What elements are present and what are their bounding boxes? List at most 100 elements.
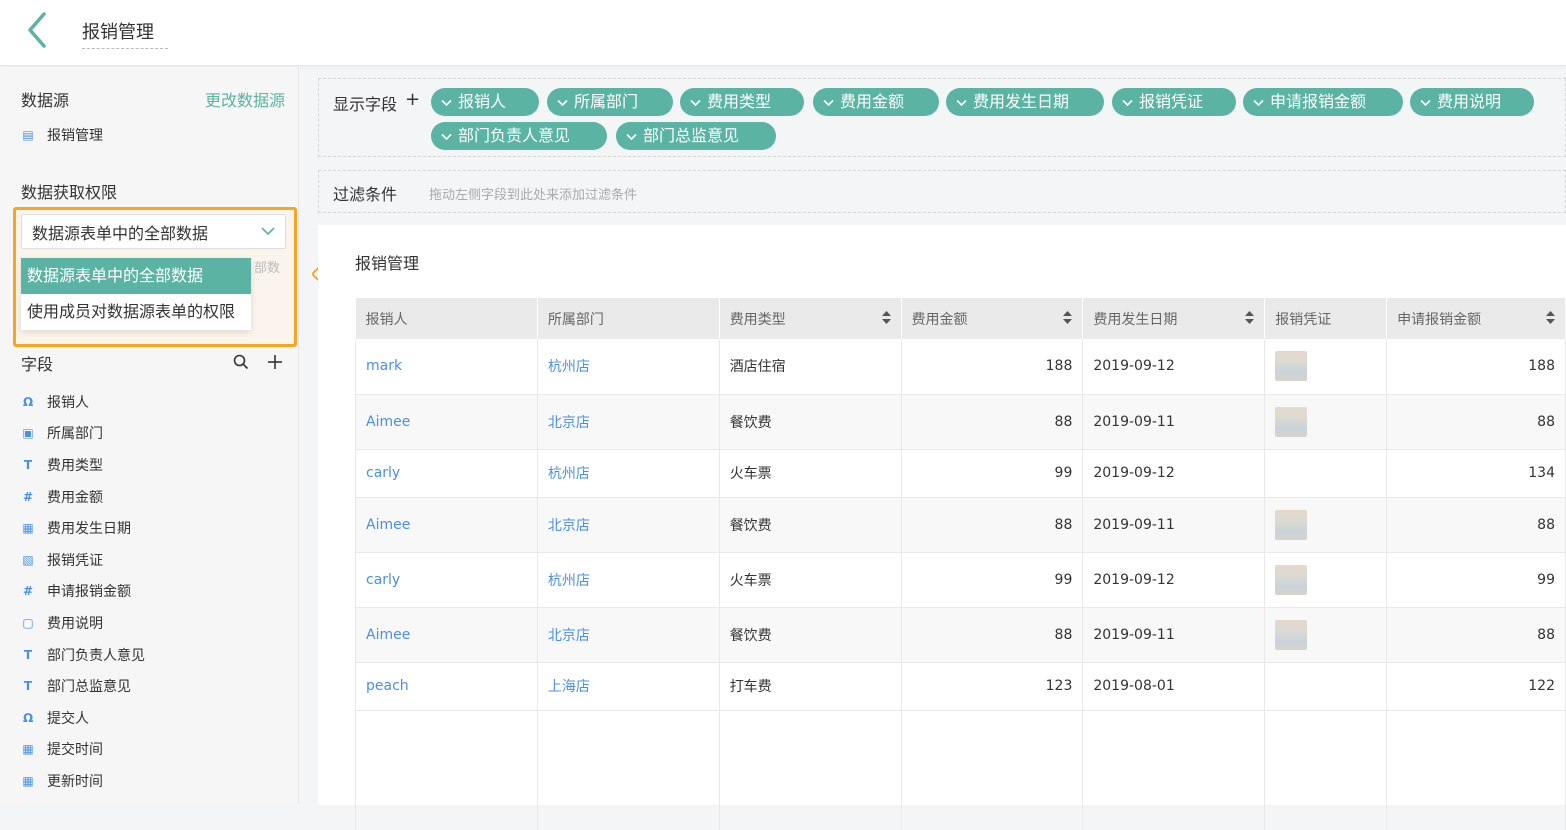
field-item[interactable]: ▢ 费用说明	[21, 607, 145, 639]
search-icon[interactable]	[233, 351, 249, 375]
table-row[interactable]: peach 上海店 打车费 123 2019-08-01 122	[355, 662, 1566, 711]
cell-voucher	[1264, 552, 1388, 608]
cell-voucher	[1264, 449, 1388, 498]
chevron-down-icon	[1253, 97, 1264, 110]
field-item[interactable]: ▦ 提交时间	[21, 734, 145, 766]
permission-dropdown: 数据源表单中的全部数据 使用成员对数据源表单的权限	[21, 258, 251, 330]
field-item[interactable]: ▣ 所属部门	[21, 418, 145, 450]
field-list: Ω 报销人 ▣ 所属部门 T 费用类型 # 费用金额 ▦ 费用发生日期 ▧ 报销凭证 # 申请报销金额 ▢ 费…	[21, 386, 145, 797]
voucher-thumbnail[interactable]	[1275, 619, 1308, 650]
display-field-chip[interactable]: 费用说明	[1410, 88, 1534, 116]
cell-voucher	[1264, 339, 1388, 395]
form-icon: ▤	[22, 128, 34, 142]
field-item-label: 费用金额	[47, 489, 103, 506]
permission-option[interactable]: 使用成员对数据源表单的权限	[21, 294, 251, 330]
table-row[interactable]: Aimee 北京店 餐饮费 88 2019-09-11 88	[355, 394, 1566, 450]
display-field-chip[interactable]: 部门负责人意见	[431, 122, 607, 150]
column-header[interactable]: 报销人	[355, 298, 538, 339]
add-display-field-icon[interactable]: +	[405, 89, 420, 110]
table-row[interactable]: carly 杭州店 火车票 99 2019-09-12 134	[355, 449, 1566, 498]
text-icon: T	[23, 457, 33, 472]
field-item[interactable]: ▦ 费用发生日期	[21, 512, 145, 544]
column-header-label: 申请报销金额	[1397, 311, 1482, 328]
cell-amount: 88	[901, 607, 1084, 663]
data-table: 报销人 所属部门 费用类型 费用金额 费用发生日期 报销凭证 申请报销金额 mark 杭州店酒…	[355, 298, 1566, 830]
display-field-chip[interactable]: 报销凭证	[1112, 88, 1236, 116]
table-row[interactable]: Aimee 北京店 餐饮费 88 2019-09-11 88	[355, 497, 1566, 553]
department-icon: ▣	[22, 426, 34, 441]
cell-apply-amount: 88	[1386, 497, 1566, 553]
voucher-thumbnail[interactable]	[1275, 406, 1308, 437]
cell-amount: 88	[901, 394, 1084, 450]
cell-apply-amount: 122	[1386, 662, 1566, 711]
display-field-chip-label: 费用说明	[1437, 92, 1502, 111]
field-item[interactable]: Ω 报销人	[21, 386, 145, 418]
cell-dept[interactable]: 杭州店	[537, 339, 720, 395]
cell-person[interactable]: mark	[355, 339, 538, 395]
chevron-down-icon	[626, 131, 637, 144]
cell-person[interactable]: peach	[355, 662, 538, 711]
field-item[interactable]: T 费用类型	[21, 449, 145, 481]
voucher-thumbnail[interactable]	[1275, 351, 1308, 382]
sort-icon[interactable]	[1063, 311, 1073, 325]
cell-person[interactable]: Aimee	[355, 497, 538, 553]
display-field-chip[interactable]: 部门总监意见	[616, 122, 776, 150]
add-icon[interactable]	[267, 351, 283, 375]
permission-option[interactable]: 数据源表单中的全部数据	[21, 258, 251, 294]
table-row[interactable]: Aimee 北京店 餐饮费 88 2019-09-11 88	[355, 607, 1566, 663]
display-field-chip[interactable]: 报销人	[431, 88, 539, 116]
cell-dept[interactable]: 北京店	[537, 497, 720, 553]
column-header[interactable]: 费用金额	[901, 298, 1084, 339]
page-title[interactable]: 报销管理	[82, 18, 168, 49]
cell-dept[interactable]: 上海店	[537, 662, 720, 711]
column-header[interactable]: 申请报销金额	[1386, 298, 1566, 339]
cell-dept[interactable]: 杭州店	[537, 552, 720, 608]
column-header[interactable]: 费用发生日期	[1082, 298, 1266, 339]
display-field-chip-label: 费用类型	[707, 92, 772, 111]
cell-voucher	[1264, 662, 1388, 711]
display-field-chip-label: 费用发生日期	[973, 92, 1070, 111]
column-header-label: 报销人	[365, 311, 408, 328]
cell-dept[interactable]: 北京店	[537, 607, 720, 663]
field-item[interactable]: ▦ 更新时间	[21, 765, 145, 797]
field-item[interactable]: T 部门负责人意见	[21, 639, 145, 671]
table-row[interactable]: carly 杭州店 火车票 99 2019-09-12 99	[355, 552, 1566, 608]
display-field-chip-label: 部门负责人意见	[458, 126, 571, 145]
voucher-thumbnail[interactable]	[1275, 564, 1308, 595]
column-header[interactable]: 所属部门	[537, 298, 720, 339]
voucher-thumbnail[interactable]	[1275, 509, 1308, 540]
field-item[interactable]: # 费用金额	[21, 481, 145, 513]
display-field-chip[interactable]: 费用类型	[680, 88, 804, 116]
cell-person[interactable]: Aimee	[355, 607, 538, 663]
cell-person[interactable]: carly	[355, 449, 538, 498]
field-item[interactable]: T 部门总监意见	[21, 670, 145, 702]
top-bar: 报销管理	[0, 0, 1566, 66]
cell-person[interactable]: carly	[355, 552, 538, 608]
change-datasource-link[interactable]: 更改数据源	[205, 87, 285, 111]
back-icon[interactable]	[24, 10, 54, 50]
cell-amount: 188	[901, 339, 1084, 395]
field-item[interactable]: Ω 提交人	[21, 702, 145, 734]
sort-icon[interactable]	[1546, 311, 1555, 325]
permission-select[interactable]: 数据源表单中的全部数据	[21, 214, 286, 249]
table-title: 报销管理	[355, 254, 420, 273]
cell-dept[interactable]: 北京店	[537, 394, 720, 450]
field-item[interactable]: # 申请报销金额	[21, 576, 145, 608]
display-fields-zone[interactable]: 显示字段 + 报销人 所属部门 费用类型 费用金额 费用发生日期 报销凭证 申请报销金额 费用…	[318, 78, 1566, 157]
field-item-label: 申请报销金额	[47, 584, 131, 601]
column-header[interactable]: 报销凭证	[1264, 298, 1388, 339]
display-field-chip[interactable]: 申请报销金额	[1243, 88, 1403, 116]
table-row[interactable]: mark 杭州店 酒店住宿 188 2019-09-12 188	[355, 339, 1566, 395]
field-item[interactable]: ▧ 报销凭证	[21, 544, 145, 576]
cell-dept[interactable]: 杭州店	[537, 449, 720, 498]
display-field-chip[interactable]: 费用金额	[813, 88, 939, 116]
cell-person[interactable]: Aimee	[355, 394, 538, 450]
sort-icon[interactable]	[1245, 311, 1255, 325]
column-header[interactable]: 费用类型	[719, 298, 902, 339]
filter-zone[interactable]: 过滤条件 拖动左侧字段到此处来添加过滤条件	[318, 170, 1566, 213]
sort-icon[interactable]	[881, 311, 891, 325]
datasource-item[interactable]: ▤ 报销管理	[21, 125, 103, 145]
display-field-chip[interactable]: 所属部门	[547, 88, 673, 116]
column-header-label: 费用金额	[911, 311, 968, 328]
display-field-chip[interactable]: 费用发生日期	[946, 88, 1104, 116]
